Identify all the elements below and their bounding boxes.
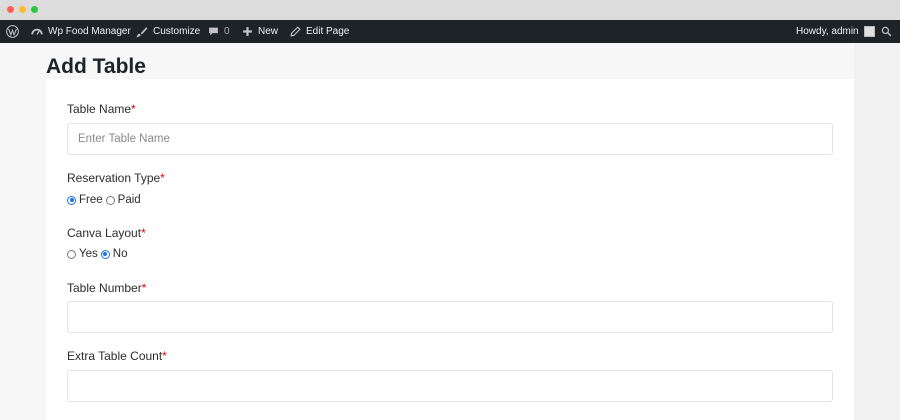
edit-page-label: Edit Page [306,26,350,37]
comments-link[interactable]: 0 [208,20,230,43]
extra-table-count-label-text: Extra Table Count [67,349,163,363]
edit-page-link[interactable]: Edit Page [290,20,349,43]
table-name-input[interactable]: Enter Table Name [67,123,833,155]
required-marker: * [141,226,146,240]
table-name-placeholder: Enter Table Name [78,133,170,145]
required-marker: * [131,102,136,116]
new-label: New [258,26,279,37]
plus-icon [242,26,253,37]
radio-no-label: No [112,248,128,260]
comments-count: 0 [224,26,230,37]
dashboard-gauge-icon [31,26,43,38]
pencil-icon [290,26,301,37]
reservation-type-radio-group: Free Paid [67,194,144,206]
radio-no[interactable] [100,249,110,259]
site-name-label: Wp Food Manager [48,26,131,37]
wordpress-logo-icon [6,25,19,38]
site-name-menu[interactable]: Wp Food Manager [31,20,131,43]
extra-table-count-label: Extra Table Count* [67,349,167,363]
table-name-label: Table Name* [67,102,136,116]
reservation-type-label-text: Reservation Type [67,171,161,185]
radio-free[interactable] [67,195,76,205]
avatar [863,26,875,37]
canva-layout-radio-group: Yes No [67,248,130,260]
extra-table-count-input[interactable] [67,370,833,402]
required-marker: * [160,171,165,185]
radio-yes-label: Yes [79,248,98,260]
radio-yes[interactable] [67,249,76,259]
radio-free-label: Free [79,194,103,206]
howdy-label: Howdy, admin [796,26,859,37]
canva-layout-label: Canva Layout* [67,226,146,240]
search-icon [881,26,892,37]
required-marker: * [162,349,167,363]
paintbrush-icon [136,26,148,38]
canva-layout-label-text: Canva Layout [67,226,142,240]
wp-logo-menu[interactable] [6,20,19,43]
reservation-type-free-option[interactable]: Free [67,194,103,206]
window-title-bar [0,0,900,20]
radio-paid[interactable] [105,195,115,205]
table-number-label: Table Number* [67,281,146,295]
customize-label: Customize [153,26,201,37]
required-marker: * [141,281,147,295]
new-content-menu[interactable]: New [242,20,278,43]
canva-layout-no-option[interactable]: No [100,248,128,260]
comment-bubble-icon [208,26,219,37]
reservation-type-paid-option[interactable]: Paid [105,194,141,206]
account-menu[interactable]: Howdy, admin [796,20,875,43]
canva-layout-yes-option[interactable]: Yes [67,248,98,260]
wp-admin-bar: Wp Food Manager Customize 0 New Edit Pag… [0,20,900,43]
reservation-type-label: Reservation Type* [67,171,165,185]
minimize-window-dot[interactable] [19,6,26,13]
page-title: Add Table [46,55,146,78]
right-gutter [854,43,900,420]
maximize-window-dot[interactable] [31,6,38,13]
table-name-label-text: Table Name [67,102,132,116]
table-number-input[interactable] [67,301,833,333]
table-number-label-text: Table Number [67,281,142,295]
customize-link[interactable]: Customize [136,20,200,43]
radio-paid-label: Paid [117,194,141,206]
search-toggle[interactable] [881,20,892,43]
close-window-dot[interactable] [7,6,14,13]
